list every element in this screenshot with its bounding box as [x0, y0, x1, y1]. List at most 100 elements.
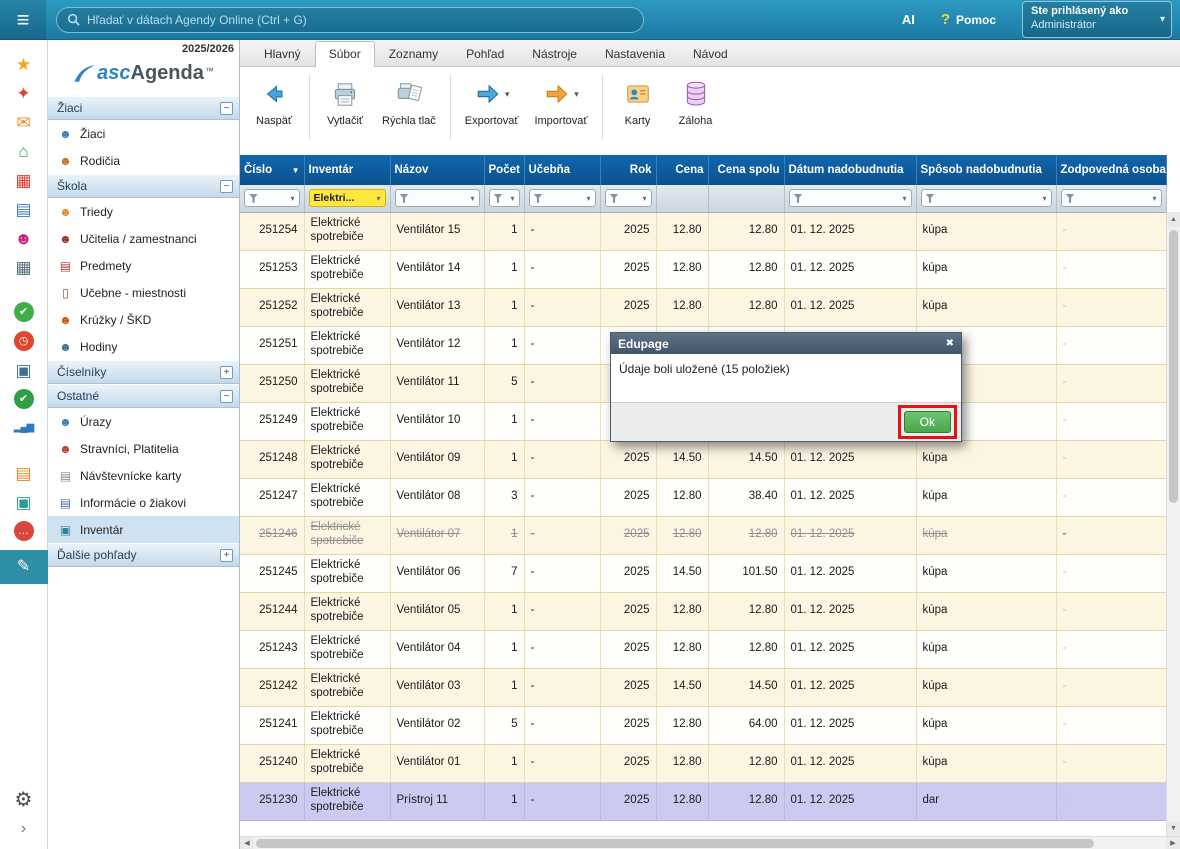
cell-sposob_nadobudnutia[interactable]: kúpa: [916, 744, 1056, 782]
cell-cislo[interactable]: 251241: [240, 706, 304, 744]
cell-ucebna[interactable]: -: [524, 706, 600, 744]
cell-pocet[interactable]: 1: [484, 668, 524, 706]
column-header-ucebna[interactable]: Učebňa: [524, 155, 600, 185]
cell-cislo[interactable]: 251247: [240, 478, 304, 516]
export-button[interactable]: ▾ Exportovať: [458, 72, 526, 151]
cell-inventar[interactable]: Elektrické spotrebiče: [304, 668, 390, 706]
cell-cislo[interactable]: 251253: [240, 250, 304, 288]
cell-datum_nadobudnutia[interactable]: 01. 12. 2025: [784, 478, 916, 516]
cell-cena[interactable]: 12.80: [656, 592, 708, 630]
cell-zodpovedna_osoba[interactable]: -: [1056, 592, 1166, 630]
cell-rok[interactable]: 2025: [600, 592, 656, 630]
cell-ucebna[interactable]: -: [524, 212, 600, 250]
cell-cislo[interactable]: 251243: [240, 630, 304, 668]
cell-zodpovedna_osoba[interactable]: -: [1056, 668, 1166, 706]
journal-icon[interactable]: ▤: [15, 199, 31, 219]
sidebar-item-rodicia[interactable]: ☻Rodičia: [48, 147, 239, 174]
calendar-icon[interactable]: ▦: [15, 170, 31, 190]
cell-cena_spolu[interactable]: 12.80: [708, 516, 784, 554]
table-row[interactable]: 251243Elektrické spotrebičeVentilátor 04…: [240, 630, 1166, 668]
cell-rok[interactable]: 2025: [600, 668, 656, 706]
cell-zodpovedna_osoba[interactable]: -: [1056, 706, 1166, 744]
tab-pohlad[interactable]: Pohľad: [452, 41, 518, 66]
cell-cislo[interactable]: 251230: [240, 782, 304, 820]
cards-button[interactable]: Karty: [610, 72, 666, 151]
tab-nastroje[interactable]: Nástroje: [518, 41, 591, 66]
user-menu[interactable]: Ste prihlásený ako Administrátor ▾: [1022, 1, 1172, 38]
cell-ucebna[interactable]: -: [524, 440, 600, 478]
table-row[interactable]: 251246Elektrické spotrebičeVentilátor 07…: [240, 516, 1166, 554]
help-button[interactable]: ? Pomoc: [941, 11, 996, 28]
cell-zodpovedna_osoba[interactable]: -: [1056, 744, 1166, 782]
cell-pocet[interactable]: 1: [484, 630, 524, 668]
table-row[interactable]: 251245Elektrické spotrebičeVentilátor 06…: [240, 554, 1166, 592]
filter-box[interactable]: ▾: [1061, 189, 1162, 207]
sidebar-item-informacie-o-ziakovi[interactable]: ▤Informácie o žiakovi: [48, 489, 239, 516]
sidebar-item-ucebne[interactable]: ▯Učebne - miestnosti: [48, 279, 239, 306]
cell-zodpovedna_osoba[interactable]: -: [1056, 326, 1166, 364]
cell-inventar[interactable]: Elektrické spotrebiče: [304, 630, 390, 668]
table-row[interactable]: 251241Elektrické spotrebičeVentilátor 02…: [240, 706, 1166, 744]
cell-nazov[interactable]: Prístroj 11: [390, 782, 484, 820]
cell-rok[interactable]: 2025: [600, 630, 656, 668]
cell-pocet[interactable]: 5: [484, 364, 524, 402]
sidebar-item-navstevnicke-karty[interactable]: ▤Návštevnícke karty: [48, 462, 239, 489]
cell-nazov[interactable]: Ventilátor 11: [390, 364, 484, 402]
cell-inventar[interactable]: Elektrické spotrebiče: [304, 554, 390, 592]
chat-icon[interactable]: …: [14, 521, 34, 541]
table-row[interactable]: 251252Elektrické spotrebičeVentilátor 13…: [240, 288, 1166, 326]
cell-cislo[interactable]: 251251: [240, 326, 304, 364]
export-dropdown-icon[interactable]: ▾: [505, 89, 510, 100]
cell-ucebna[interactable]: -: [524, 744, 600, 782]
cell-rok[interactable]: 2025: [600, 288, 656, 326]
cell-sposob_nadobudnutia[interactable]: kúpa: [916, 592, 1056, 630]
cell-nazov[interactable]: Ventilátor 04: [390, 630, 484, 668]
section-toggle-icon[interactable]: +: [220, 366, 233, 379]
import-dropdown-icon[interactable]: ▾: [574, 89, 579, 100]
cell-nazov[interactable]: Ventilátor 02: [390, 706, 484, 744]
cell-zodpovedna_osoba[interactable]: -: [1056, 250, 1166, 288]
cell-pocet[interactable]: 1: [484, 288, 524, 326]
cell-cena[interactable]: 12.80: [656, 782, 708, 820]
cell-nazov[interactable]: Ventilátor 09: [390, 440, 484, 478]
cell-inventar[interactable]: Elektrické spotrebiče: [304, 592, 390, 630]
sidebar-section-dalsie-pohlady[interactable]: Ďalšie pohľady+: [48, 543, 239, 567]
sidebar-item-kruzky[interactable]: ☻Krúžky / ŠKD: [48, 306, 239, 333]
filter-box[interactable]: ▾: [529, 189, 596, 207]
filter-box[interactable]: ▾: [921, 189, 1052, 207]
cell-zodpovedna_osoba[interactable]: -: [1056, 440, 1166, 478]
cell-rok[interactable]: 2025: [600, 516, 656, 554]
cell-cena_spolu[interactable]: 12.80: [708, 630, 784, 668]
cell-nazov[interactable]: Ventilátor 10: [390, 402, 484, 440]
cell-cislo[interactable]: 251246: [240, 516, 304, 554]
cell-cena[interactable]: 14.50: [656, 554, 708, 592]
cell-zodpovedna_osoba[interactable]: -: [1056, 554, 1166, 592]
cell-pocet[interactable]: 1: [484, 212, 524, 250]
cell-sposob_nadobudnutia[interactable]: kúpa: [916, 250, 1056, 288]
cell-nazov[interactable]: Ventilátor 03: [390, 668, 484, 706]
cell-nazov[interactable]: Ventilátor 07: [390, 516, 484, 554]
vertical-scroll-thumb[interactable]: [1169, 230, 1178, 503]
cell-sposob_nadobudnutia[interactable]: kúpa: [916, 668, 1056, 706]
cell-cislo[interactable]: 251252: [240, 288, 304, 326]
cell-datum_nadobudnutia[interactable]: 01. 12. 2025: [784, 668, 916, 706]
cell-datum_nadobudnutia[interactable]: 01. 12. 2025: [784, 706, 916, 744]
sidebar-item-triedy[interactable]: ☻Triedy: [48, 198, 239, 225]
planner-icon[interactable]: ▦: [15, 257, 31, 277]
cell-nazov[interactable]: Ventilátor 05: [390, 592, 484, 630]
column-header-inventar[interactable]: Inventár: [304, 155, 390, 185]
cell-cena_spolu[interactable]: 12.80: [708, 782, 784, 820]
scroll-up-arrow-icon[interactable]: ▲: [1167, 212, 1180, 227]
cell-nazov[interactable]: Ventilátor 12: [390, 326, 484, 364]
backup-button[interactable]: Záloha: [668, 72, 724, 151]
cell-datum_nadobudnutia[interactable]: 01. 12. 2025: [784, 250, 916, 288]
mail-icon[interactable]: ✉: [16, 112, 30, 132]
cell-cena_spolu[interactable]: 12.80: [708, 744, 784, 782]
cell-cena_spolu[interactable]: 101.50: [708, 554, 784, 592]
cell-datum_nadobudnutia[interactable]: 01. 12. 2025: [784, 288, 916, 326]
cell-zodpovedna_osoba[interactable]: -: [1056, 516, 1166, 554]
scroll-down-arrow-icon[interactable]: ▼: [1167, 821, 1180, 836]
cell-rok[interactable]: 2025: [600, 478, 656, 516]
table-row[interactable]: 251242Elektrické spotrebičeVentilátor 03…: [240, 668, 1166, 706]
cell-ucebna[interactable]: -: [524, 782, 600, 820]
